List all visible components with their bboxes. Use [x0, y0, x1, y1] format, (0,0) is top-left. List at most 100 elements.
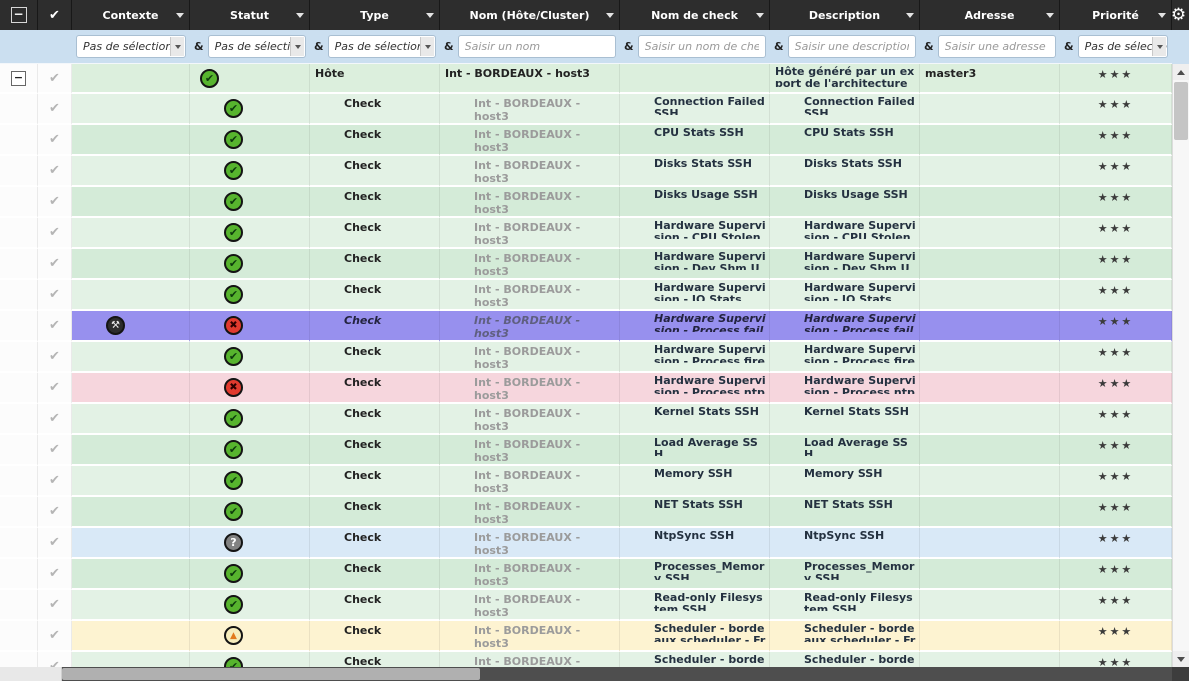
- check-row[interactable]: ✔✖CheckInt - BORDEAUX - host3Hardware Su…: [0, 373, 1172, 404]
- dropdown-arrow-icon[interactable]: [170, 37, 184, 56]
- check-row[interactable]: ✔▲CheckInt - BORDEAUX - host3Scheduler -…: [0, 621, 1172, 652]
- check-row[interactable]: ✔✔CheckInt - BORDEAUX - host3Read-only F…: [0, 590, 1172, 621]
- ok-status-icon[interactable]: ✔: [224, 254, 243, 273]
- check-row[interactable]: ✔✔CheckInt - BORDEAUX - host3NET Stats S…: [0, 497, 1172, 528]
- column-header-contexte[interactable]: Contexte: [72, 0, 190, 30]
- contexte-filter-select[interactable]: Pas de sélection: [76, 35, 186, 58]
- type-filter-select[interactable]: Pas de sélection: [328, 35, 436, 58]
- ok-status-icon[interactable]: ✔: [224, 130, 243, 149]
- chevron-down-icon[interactable]: [756, 13, 764, 18]
- ok-status-icon[interactable]: ✔: [224, 223, 243, 242]
- critical-status-icon[interactable]: ✖: [224, 378, 243, 397]
- chevron-down-icon[interactable]: [606, 13, 614, 18]
- check-row[interactable]: ✔✔CheckInt - BORDEAUX - host3Hardware Su…: [0, 218, 1172, 249]
- row-check-icon[interactable]: ✔: [49, 473, 60, 488]
- chevron-down-icon[interactable]: [296, 13, 304, 18]
- horizontal-scrollbar-left-area[interactable]: [0, 667, 62, 681]
- check-row[interactable]: ✔✔CheckInt - BORDEAUX - host3Disks Usage…: [0, 187, 1172, 218]
- settings-gear-button[interactable]: ⚙: [1168, 3, 1189, 27]
- ok-status-icon[interactable]: ✔: [224, 347, 243, 366]
- check-row[interactable]: ✔✔CheckInt - BORDEAUX - host3CPU Stats S…: [0, 125, 1172, 156]
- check-row[interactable]: ✔?CheckInt - BORDEAUX - host3NtpSync SSH…: [0, 528, 1172, 559]
- chevron-down-icon[interactable]: [1046, 13, 1054, 18]
- row-check-icon[interactable]: ✔: [49, 380, 60, 395]
- collapse-all-button[interactable]: −: [11, 7, 27, 23]
- ok-status-icon[interactable]: ✔: [224, 285, 243, 304]
- row-check-icon[interactable]: ✔: [49, 628, 60, 643]
- chevron-down-icon[interactable]: [176, 13, 184, 18]
- dropdown-arrow-icon[interactable]: [420, 37, 434, 56]
- check-row[interactable]: ✔✔CheckInt - BORDEAUX - host3Processes_M…: [0, 559, 1172, 590]
- check-name: Disks Stats SSH: [620, 156, 769, 170]
- row-check-icon[interactable]: ✔: [49, 225, 60, 240]
- column-header-description[interactable]: Description: [770, 0, 920, 30]
- chevron-down-icon[interactable]: [426, 13, 434, 18]
- unknown-status-icon[interactable]: ?: [224, 533, 243, 552]
- critical-status-icon[interactable]: ✖: [224, 316, 243, 335]
- scroll-up-button[interactable]: [1173, 64, 1189, 80]
- row-check-icon[interactable]: ✔: [49, 597, 60, 612]
- check-row[interactable]: ✔✔CheckInt - BORDEAUX - host3Memory SSHM…: [0, 466, 1172, 497]
- chevron-down-icon[interactable]: [906, 13, 914, 18]
- horizontal-scrollbar[interactable]: [0, 667, 1172, 681]
- ok-status-icon[interactable]: ✔: [224, 99, 243, 118]
- ok-status-icon[interactable]: ✔: [224, 161, 243, 180]
- check-row[interactable]: ✔✔CheckInt - BORDEAUX - host3Connection …: [0, 94, 1172, 125]
- host-row[interactable]: −✔✔HôteInt - BORDEAUX - host3Hôte généré…: [0, 64, 1172, 94]
- row-check-icon[interactable]: ✔: [49, 411, 60, 426]
- statut-filter-select[interactable]: Pas de sélection: [208, 35, 306, 58]
- description-filter-input[interactable]: [788, 35, 916, 58]
- row-check-icon[interactable]: ✔: [49, 287, 60, 302]
- vertical-scrollbar-thumb[interactable]: [1174, 82, 1188, 140]
- scroll-down-button[interactable]: [1173, 651, 1189, 667]
- row-check-icon[interactable]: ✔: [49, 504, 60, 519]
- adresse-filter-input[interactable]: [938, 35, 1056, 58]
- row-check-icon[interactable]: ✔: [49, 442, 60, 457]
- row-check-icon[interactable]: ✔: [49, 349, 60, 364]
- row-check-icon[interactable]: ✔: [49, 101, 60, 116]
- column-header-priorite[interactable]: Priorité: [1060, 0, 1172, 30]
- maintenance-context-icon[interactable]: ⚒: [106, 316, 125, 335]
- column-header-adresse[interactable]: Adresse: [920, 0, 1060, 30]
- check-row[interactable]: ✔✔CheckInt - BORDEAUX - host3Load Averag…: [0, 435, 1172, 466]
- column-header-select-all[interactable]: ✔: [38, 0, 72, 30]
- check-row[interactable]: ✔✔CheckInt - BORDEAUX - host3Hardware Su…: [0, 249, 1172, 280]
- nom-filter-input[interactable]: [458, 35, 616, 58]
- row-check-icon[interactable]: ✔: [49, 132, 60, 147]
- column-header-statut[interactable]: Statut: [190, 0, 310, 30]
- ok-status-icon[interactable]: ✔: [224, 471, 243, 490]
- column-header-nom[interactable]: Nom (Hôte/Cluster): [440, 0, 620, 30]
- select-all-check-icon[interactable]: ✔: [49, 8, 60, 23]
- vertical-scrollbar[interactable]: [1172, 64, 1189, 667]
- check-row[interactable]: ✔✔CheckInt - BORDEAUX - host3Disks Stats…: [0, 156, 1172, 187]
- check-row[interactable]: ✔✔CheckInt - BORDEAUX - host3Kernel Stat…: [0, 404, 1172, 435]
- ok-status-icon[interactable]: ✔: [224, 192, 243, 211]
- row-check-icon[interactable]: ✔: [49, 566, 60, 581]
- column-header-nom-de-check[interactable]: Nom de check: [620, 0, 770, 30]
- row-check-icon[interactable]: ✔: [49, 535, 60, 550]
- ok-status-icon[interactable]: ✔: [224, 440, 243, 459]
- warning-status-icon[interactable]: ▲: [224, 626, 243, 645]
- row-check-icon[interactable]: ✔: [49, 318, 60, 333]
- ok-status-icon[interactable]: ✔: [224, 502, 243, 521]
- column-header-type[interactable]: Type: [310, 0, 440, 30]
- collapse-row-button[interactable]: −: [11, 71, 26, 86]
- horizontal-scrollbar-thumb[interactable]: [62, 668, 480, 680]
- dropdown-arrow-icon[interactable]: [1152, 37, 1166, 56]
- row-check-icon[interactable]: ✔: [49, 71, 60, 86]
- dropdown-arrow-icon[interactable]: [290, 37, 304, 56]
- ok-status-icon[interactable]: ✔: [224, 564, 243, 583]
- row-check-icon[interactable]: ✔: [49, 163, 60, 178]
- check-row[interactable]: ✔✔CheckInt - BORDEAUX - host3Hardware Su…: [0, 280, 1172, 311]
- check-row[interactable]: ✔✔CheckInt - BORDEAUX - host3Hardware Su…: [0, 342, 1172, 373]
- check-row[interactable]: ✔⚒✖CheckInt - BORDEAUX - host3Hardware S…: [0, 311, 1172, 342]
- priorite-filter-select[interactable]: Pas de sélection: [1078, 35, 1168, 58]
- column-header-collapse[interactable]: −: [0, 0, 38, 30]
- row-check-icon[interactable]: ✔: [49, 256, 60, 271]
- chevron-down-icon[interactable]: [1158, 13, 1166, 18]
- check-name-filter-input[interactable]: [638, 35, 766, 58]
- ok-status-icon[interactable]: ✔: [200, 69, 219, 88]
- row-check-icon[interactable]: ✔: [49, 194, 60, 209]
- ok-status-icon[interactable]: ✔: [224, 409, 243, 428]
- ok-status-icon[interactable]: ✔: [224, 595, 243, 614]
